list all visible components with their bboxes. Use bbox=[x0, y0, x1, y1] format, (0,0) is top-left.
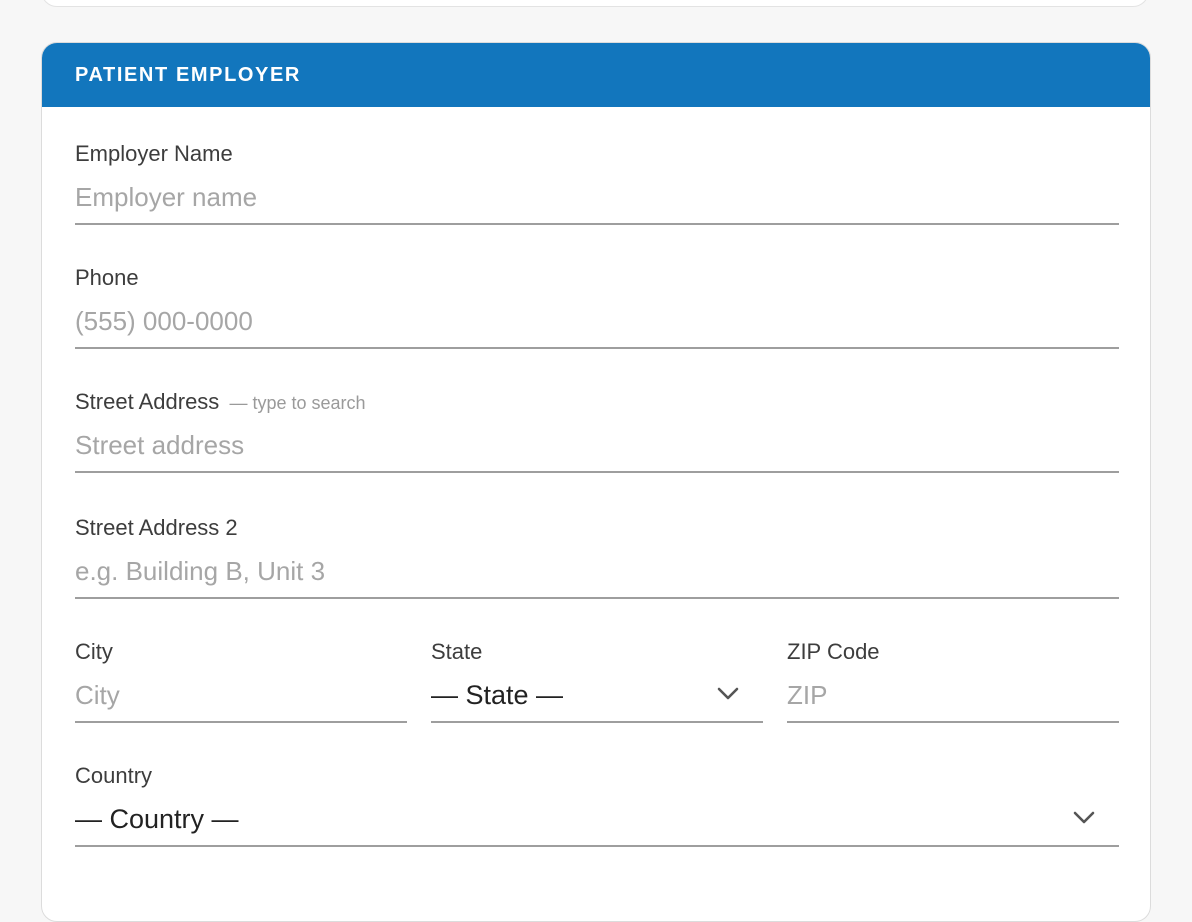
section-header: PATIENT EMPLOYER bbox=[42, 43, 1150, 107]
city-input[interactable] bbox=[75, 669, 407, 723]
chevron-down-icon bbox=[717, 687, 739, 700]
street-address-label: Street Address bbox=[75, 389, 220, 414]
state-label: State bbox=[431, 639, 483, 664]
state-select[interactable]: — State — bbox=[431, 669, 763, 723]
street-address-label-row: Street Address — type to search bbox=[75, 389, 366, 415]
zip-input[interactable] bbox=[787, 669, 1119, 723]
state-field: State — State — bbox=[431, 639, 763, 729]
street-address-2-input[interactable] bbox=[75, 545, 1119, 599]
employer-name-field: Employer Name bbox=[75, 141, 1119, 231]
street-address-2-field: Street Address 2 bbox=[75, 515, 1119, 605]
employer-name-label: Employer Name bbox=[75, 141, 233, 166]
phone-label: Phone bbox=[75, 265, 139, 290]
country-selected-value: — Country — bbox=[75, 804, 239, 834]
zip-label: ZIP Code bbox=[787, 639, 880, 664]
country-select[interactable]: — Country — bbox=[75, 793, 1119, 847]
section-title: PATIENT EMPLOYER bbox=[75, 63, 301, 86]
city-label: City bbox=[75, 639, 113, 664]
city-field: City bbox=[75, 639, 407, 729]
phone-field: Phone bbox=[75, 265, 1119, 355]
street-address-2-label: Street Address 2 bbox=[75, 515, 238, 540]
country-label: Country bbox=[75, 763, 153, 788]
street-address-field: Street Address — type to search bbox=[75, 389, 1119, 479]
previous-section-card bbox=[41, 0, 1149, 7]
patient-employer-card: PATIENT EMPLOYER Employer Name Phone Str… bbox=[41, 42, 1151, 922]
phone-input[interactable] bbox=[75, 295, 1119, 349]
street-address-hint: — type to search bbox=[229, 393, 366, 413]
zip-field: ZIP Code bbox=[787, 639, 1119, 729]
state-selected-value: — State — bbox=[431, 680, 564, 710]
employer-name-input[interactable] bbox=[75, 171, 1119, 225]
street-address-input[interactable] bbox=[75, 419, 1119, 473]
chevron-down-icon bbox=[1073, 811, 1095, 824]
country-field: Country — Country — bbox=[75, 763, 1119, 853]
